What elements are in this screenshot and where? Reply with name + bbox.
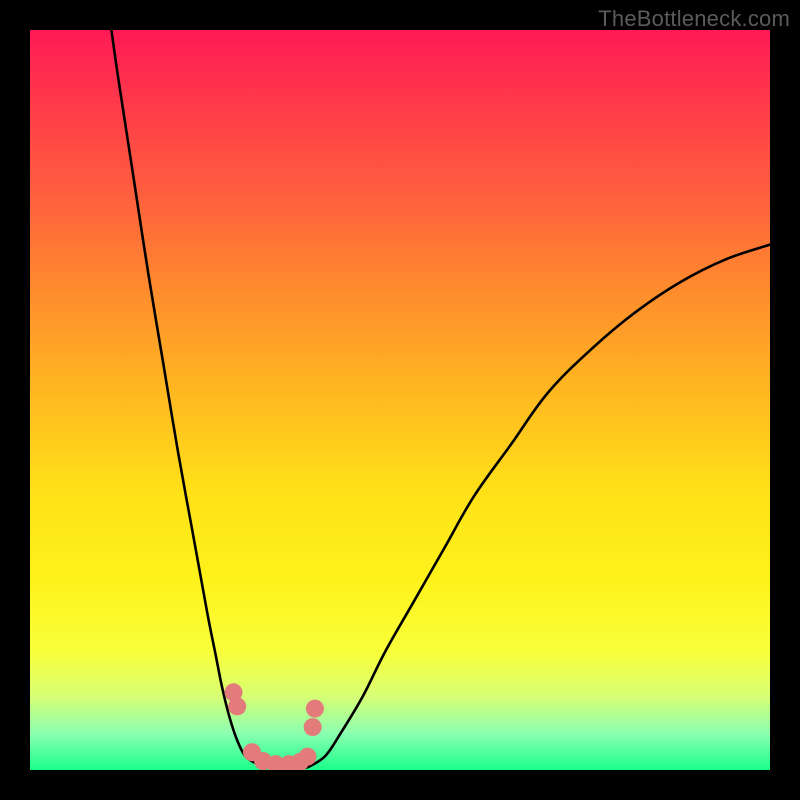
marker-point (306, 700, 324, 718)
marker-point (299, 748, 317, 766)
marker-point (228, 697, 246, 715)
series-curve-2 (304, 245, 770, 769)
series-curve-1 (111, 30, 274, 769)
chart-frame: TheBottleneck.com (0, 0, 800, 800)
plot-svg (30, 30, 770, 770)
watermark-text: TheBottleneck.com (598, 6, 790, 32)
marker-point (304, 718, 322, 736)
plot-area (30, 30, 770, 770)
